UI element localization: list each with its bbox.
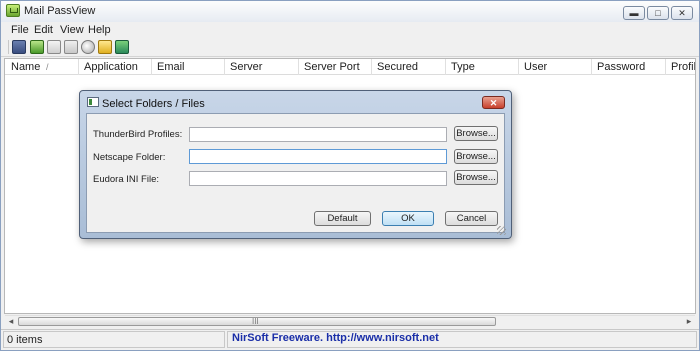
exit-icon[interactable] (115, 40, 129, 54)
title-bar[interactable] (1, 1, 699, 22)
window-title: Mail PassView (24, 5, 96, 17)
browse-netscape-button[interactable]: Browse... (454, 149, 498, 164)
dialog-close-button[interactable]: ✕ (482, 96, 505, 109)
column-password[interactable]: Password (592, 59, 666, 75)
eudora-ini-label: Eudora INI File: (93, 174, 159, 185)
cancel-button[interactable]: Cancel (445, 211, 498, 226)
app-icon (6, 4, 20, 17)
menu-view[interactable]: View (60, 24, 84, 36)
column-type[interactable]: Type (446, 59, 519, 75)
scroll-left-arrow-icon[interactable]: ◂ (5, 315, 17, 328)
find-icon[interactable] (81, 40, 95, 54)
netscape-folder-label: Netscape Folder: (93, 152, 166, 163)
column-email[interactable]: Email (152, 59, 225, 75)
maximize-button[interactable]: □ (647, 6, 669, 20)
default-button[interactable]: Default (314, 211, 371, 226)
column-name[interactable]: Name / (6, 59, 79, 75)
browse-thunderbird-button[interactable]: Browse... (454, 126, 498, 141)
scrollbar-grip-icon: III (252, 317, 259, 326)
item-count: 0 items (7, 334, 43, 346)
column-user[interactable]: User (519, 59, 592, 75)
thunderbird-profiles-label: ThunderBird Profiles: (93, 129, 183, 140)
column-application[interactable]: Application (79, 59, 152, 75)
toolbar-separator (8, 40, 9, 54)
column-label: Name (11, 61, 41, 73)
minimize-button[interactable]: ▬ (623, 6, 645, 20)
dialog-window-icon (87, 97, 99, 107)
refresh-icon[interactable] (30, 40, 44, 54)
column-server-port[interactable]: Server Port (299, 59, 372, 75)
properties-icon[interactable] (64, 40, 78, 54)
copy-icon[interactable] (47, 40, 61, 54)
dialog-title: Select Folders / Files (102, 98, 205, 110)
netscape-folder-input[interactable] (189, 149, 447, 164)
save-icon[interactable] (12, 40, 26, 54)
nirsoft-link[interactable]: NirSoft Freeware. http://www.nirsoft.net (232, 332, 439, 344)
thunderbird-profiles-input[interactable] (189, 127, 447, 142)
scroll-right-arrow-icon[interactable]: ▸ (683, 315, 695, 328)
resize-grip-icon[interactable] (497, 226, 506, 235)
menu-help[interactable]: Help (88, 24, 111, 36)
sort-indicator-icon: / (46, 62, 49, 72)
menu-file[interactable]: File (11, 24, 29, 36)
eudora-ini-input[interactable] (189, 171, 447, 186)
open-folder-icon[interactable] (98, 40, 112, 54)
column-server[interactable]: Server (225, 59, 299, 75)
column-profile[interactable]: Profile (666, 59, 695, 75)
column-secured[interactable]: Secured (372, 59, 446, 75)
menu-edit[interactable]: Edit (34, 24, 53, 36)
close-button[interactable]: ✕ (671, 6, 693, 20)
ok-button[interactable]: OK (382, 211, 434, 226)
browse-eudora-button[interactable]: Browse... (454, 170, 498, 185)
